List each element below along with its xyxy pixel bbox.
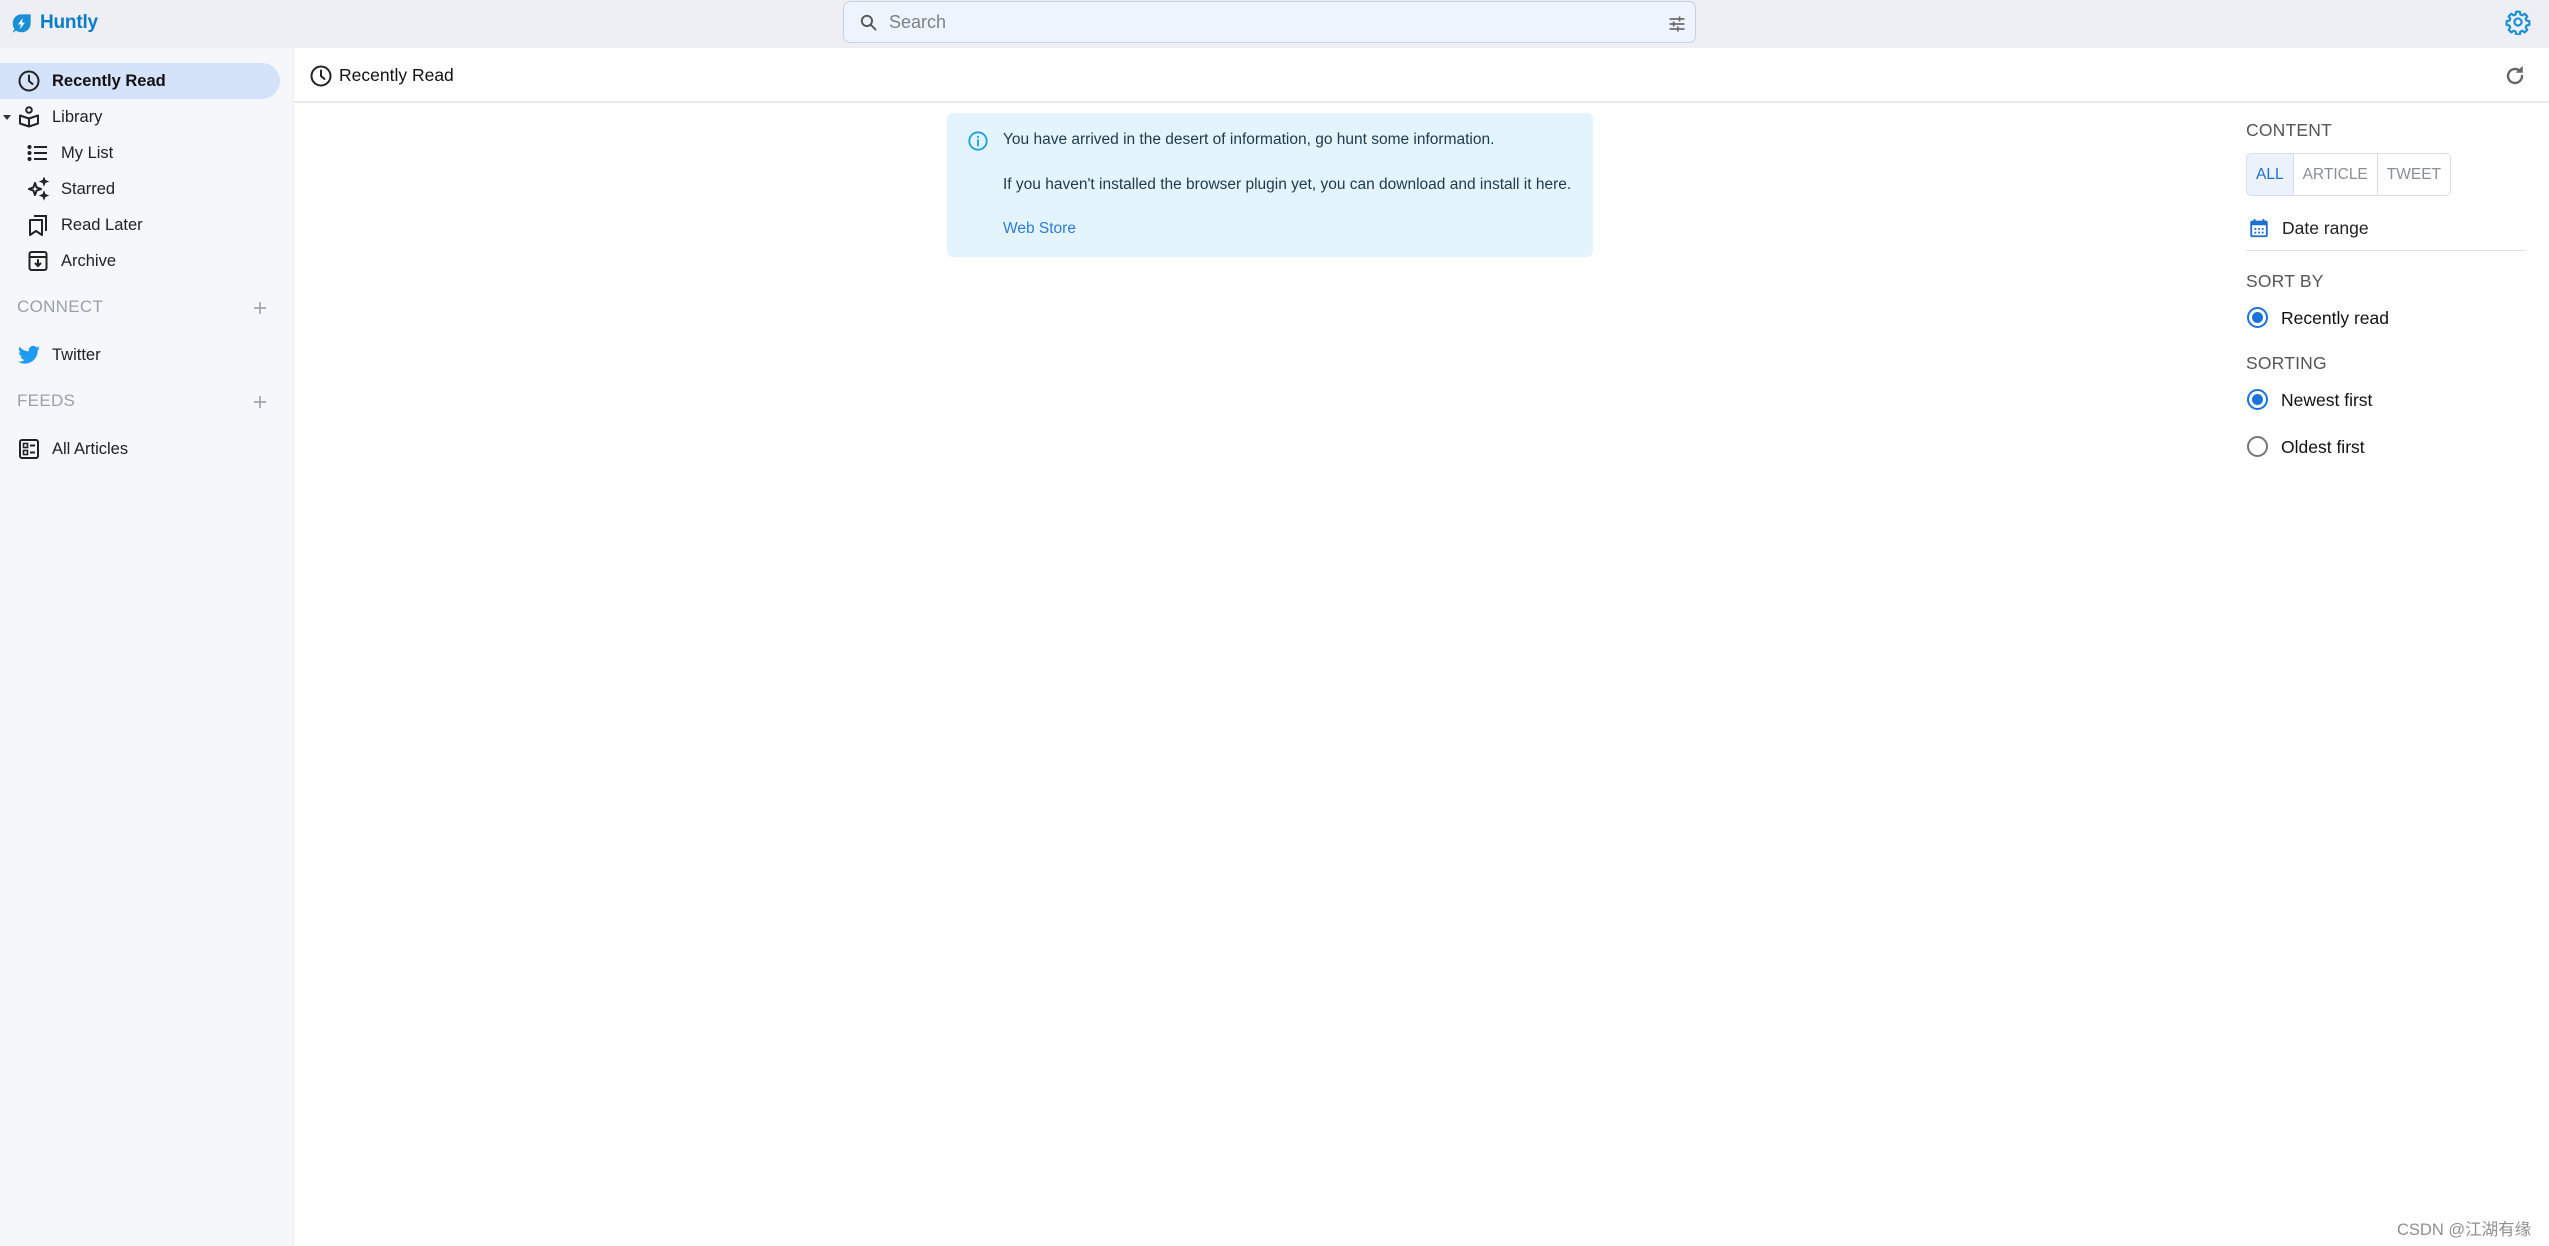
page-header: Recently Read — [294, 48, 2549, 103]
radio-dot[interactable] — [2247, 307, 2268, 328]
search-icon — [860, 14, 877, 31]
info-icon — [968, 131, 988, 151]
radio-dot[interactable] — [2247, 436, 2268, 457]
sidebar-item-label: My List — [61, 143, 114, 162]
sort-oldest-first-radio[interactable]: Oldest first — [2246, 433, 2506, 461]
alert-plugin-message: If you haven't installed the browser plu… — [1003, 176, 1572, 193]
gear-icon[interactable] — [2505, 9, 2531, 35]
radio-label: Oldest first — [2281, 437, 2365, 457]
radio-label: Newest first — [2281, 390, 2373, 410]
sorting-title: SORTING — [2246, 353, 2327, 373]
top-bar: Huntly — [0, 0, 2549, 48]
info-alert: You have arrived in the desert of inform… — [947, 113, 1593, 257]
articles-icon — [19, 439, 39, 459]
sort-recently-read-radio[interactable]: Recently read — [2246, 304, 2506, 332]
sparkles-icon — [28, 177, 50, 201]
alert-message: You have arrived in the desert of inform… — [1003, 131, 1495, 148]
content-tweet-button[interactable]: TWEET — [2376, 154, 2451, 195]
caret-down-icon[interactable] — [3, 115, 11, 120]
watermark: CSDN @江湖有缘 — [2397, 1221, 2532, 1239]
content-all-button[interactable]: ALL — [2247, 154, 2293, 195]
sidebar-item-label: Read Later — [61, 215, 143, 234]
sidebar-item-label: Starred — [61, 179, 116, 198]
search-input[interactable] — [889, 8, 1629, 36]
sort-newest-first-radio[interactable]: Newest first — [2246, 386, 2506, 414]
archive-icon — [28, 251, 48, 271]
content-article-button[interactable]: ARTICLE — [2292, 154, 2377, 195]
sidebar-item-label: Recently Read — [52, 71, 166, 90]
date-range-picker[interactable]: Date range — [2246, 213, 2526, 251]
sidebar-item-archive[interactable]: Archive — [0, 243, 280, 279]
app-logo[interactable]: Huntly — [11, 10, 98, 36]
add-feed-icon[interactable] — [250, 392, 270, 412]
sidebar-item-starred[interactable]: Starred — [0, 171, 280, 207]
date-range-label: Date range — [2282, 218, 2369, 238]
huntly-logo-icon — [12, 13, 31, 33]
clock-icon — [310, 65, 332, 87]
twitter-icon — [18, 345, 40, 364]
sidebar-item-library[interactable]: Library — [0, 99, 280, 135]
sidebar-item-all-articles[interactable]: All Articles — [0, 431, 280, 467]
web-store-link[interactable]: Web Store — [1003, 220, 1076, 238]
radio-dot[interactable] — [2247, 389, 2268, 410]
radio-label: Recently read — [2281, 308, 2389, 328]
app-name: Huntly — [40, 12, 98, 33]
sidebar-item-label: All Articles — [52, 439, 129, 458]
content-filter-title: CONTENT — [2246, 120, 2332, 140]
sidebar-item-twitter[interactable]: Twitter — [0, 337, 280, 373]
sidebar-item-label: Twitter — [52, 345, 101, 364]
sidebar: Recently Read Library My List Starred Re… — [0, 48, 294, 1246]
book-reader-icon — [19, 106, 39, 128]
sidebar-item-read-later[interactable]: Read Later — [0, 207, 280, 243]
sliders-icon[interactable] — [1667, 14, 1687, 34]
add-connect-icon[interactable] — [250, 298, 270, 318]
connect-section-title: CONNECT — [17, 297, 104, 316]
list-icon — [27, 145, 47, 161]
sidebar-item-recently-read[interactable]: Recently Read — [0, 63, 280, 99]
sidebar-item-my-list[interactable]: My List — [0, 135, 280, 171]
content-type-toggle: ALL ARTICLE TWEET — [2246, 153, 2452, 196]
clock-icon — [18, 70, 40, 92]
search-bar[interactable] — [843, 1, 1696, 43]
page-title: Recently Read — [339, 65, 454, 85]
sort-by-title: SORT BY — [2246, 271, 2324, 291]
feeds-section-title: FEEDS — [17, 391, 76, 410]
sidebar-item-label: Archive — [61, 251, 117, 270]
sidebar-item-label: Library — [52, 107, 103, 126]
calendar-icon — [2250, 218, 2268, 238]
main-content: Recently Read You have arrived in the de… — [294, 48, 2549, 1246]
bookmarks-icon — [29, 215, 47, 236]
refresh-icon[interactable] — [2503, 64, 2527, 88]
